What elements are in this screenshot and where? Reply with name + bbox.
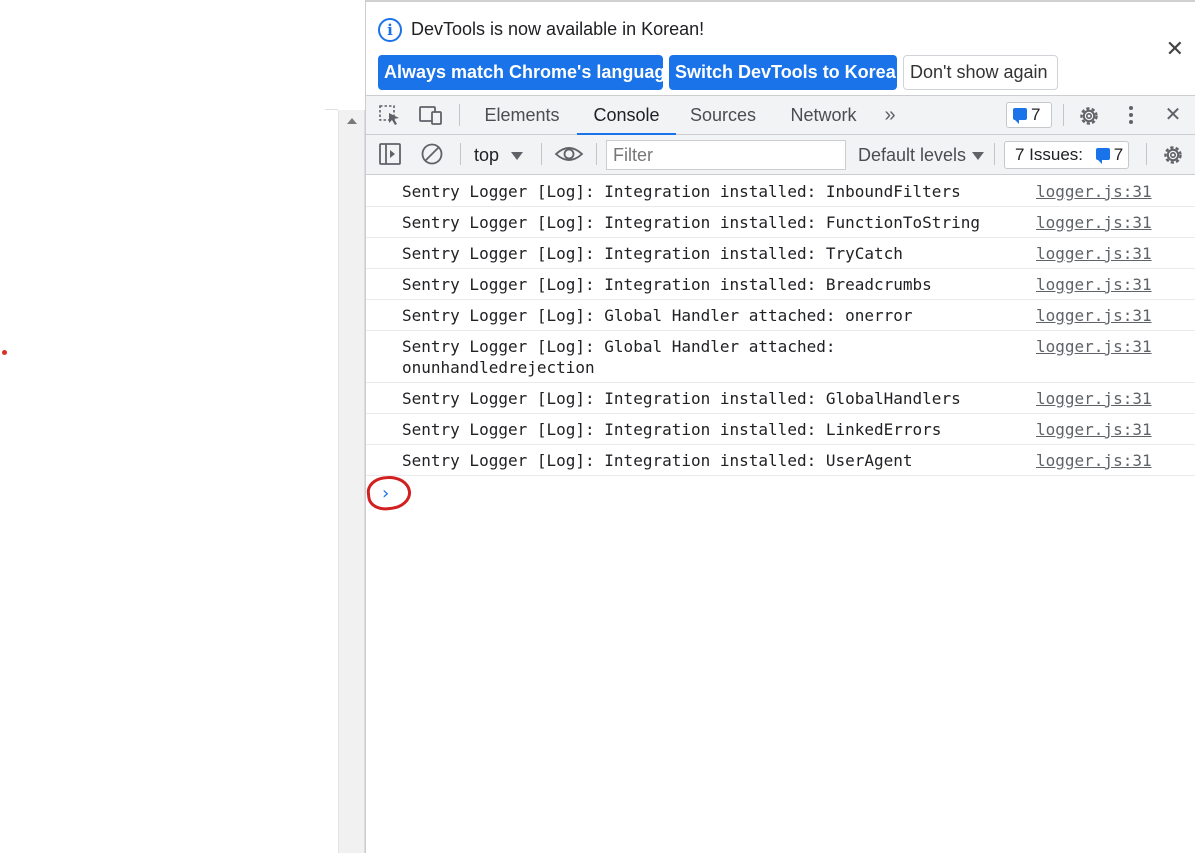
console-message: Sentry Logger [Log]: Integration install…	[366, 269, 1195, 300]
console-message-text: Sentry Logger [Log]: Integration install…	[402, 244, 903, 263]
levels-value: Default levels	[858, 145, 967, 165]
tab-console[interactable]: Console	[577, 96, 676, 135]
toolbar-separator	[541, 143, 542, 165]
settings-gear-icon[interactable]	[1076, 104, 1102, 126]
toolbar-separator	[994, 143, 995, 165]
source-link[interactable]: logger.js:31	[1036, 336, 1152, 357]
console-message-text: Sentry Logger [Log]: Integration install…	[402, 451, 913, 470]
tab-sources[interactable]: Sources	[678, 96, 768, 135]
toolbar-separator	[460, 143, 461, 165]
toolbar-separator	[596, 143, 597, 165]
console-toolbar: top Default levels 7 Issues: 7	[366, 135, 1195, 175]
source-link[interactable]: logger.js:31	[1036, 388, 1152, 409]
page-viewport	[0, 0, 338, 853]
messages-count: 7	[1031, 105, 1041, 124]
messages-count-badge[interactable]: 7	[1006, 102, 1052, 128]
console-message-text: Sentry Logger [Log]: Integration install…	[402, 213, 980, 232]
toolbar-separator	[1063, 104, 1064, 126]
page-divider	[325, 0, 338, 110]
dropdown-caret-icon	[972, 152, 985, 161]
source-link[interactable]: logger.js:31	[1036, 181, 1152, 202]
toolbar-separator	[1146, 143, 1147, 165]
more-tabs-chevron-icon[interactable]: »	[878, 104, 902, 126]
language-infobar: i DevTools is now available in Korean! ✕…	[366, 0, 1195, 95]
console-message-text: Sentry Logger [Log]: Global Handler atta…	[402, 306, 913, 325]
filter-input[interactable]	[606, 140, 846, 170]
sidebar-toggle-icon[interactable]	[378, 143, 402, 165]
console-message: Sentry Logger [Log]: Integration install…	[366, 414, 1195, 445]
console-output: Sentry Logger [Log]: Integration install…	[365, 176, 1195, 513]
source-link[interactable]: logger.js:31	[1036, 274, 1152, 295]
page-scrollbar[interactable]	[338, 110, 365, 853]
inspect-element-icon[interactable]	[378, 104, 402, 126]
source-link[interactable]: logger.js:31	[1036, 243, 1152, 264]
devtools-panel: i DevTools is now available in Korean! ✕…	[365, 0, 1195, 853]
console-message: Sentry Logger [Log]: Integration install…	[366, 383, 1195, 414]
source-link[interactable]: logger.js:31	[1036, 305, 1152, 326]
devtools-tabbar: Elements Console Sources Network » 7 ✕	[366, 95, 1195, 135]
message-icon	[1013, 107, 1027, 124]
source-link[interactable]: logger.js:31	[1036, 212, 1152, 233]
clear-console-icon[interactable]	[420, 143, 444, 165]
prompt-chevron-icon[interactable]: ›	[382, 483, 389, 504]
log-levels-dropdown[interactable]: Default levels	[858, 142, 985, 168]
console-message: Sentry Logger [Log]: Integration install…	[366, 445, 1195, 476]
device-toolbar-icon[interactable]	[418, 104, 444, 126]
red-dot-marker	[2, 350, 7, 355]
always-match-language-button[interactable]: Always match Chrome's language	[378, 55, 675, 90]
toolbar-separator	[459, 104, 460, 126]
console-message-text: Sentry Logger [Log]: Global Handler atta…	[402, 337, 836, 377]
tab-elements[interactable]: Elements	[472, 96, 572, 135]
console-message: Sentry Logger [Log]: Global Handler atta…	[366, 331, 1195, 383]
console-message: Sentry Logger [Log]: Global Handler atta…	[366, 300, 1195, 331]
issues-button[interactable]: 7 Issues: 7	[1004, 141, 1129, 169]
close-devtools-icon[interactable]: ✕	[1161, 104, 1185, 126]
live-expression-eye-icon[interactable]	[554, 143, 584, 165]
scroll-up-arrow-icon[interactable]	[347, 118, 357, 124]
info-icon: i	[378, 18, 402, 42]
console-message-text: Sentry Logger [Log]: Integration install…	[402, 182, 961, 201]
dont-show-again-button[interactable]: Don't show again	[903, 55, 1058, 90]
console-settings-gear-icon[interactable]	[1160, 143, 1186, 165]
console-message: Sentry Logger [Log]: Integration install…	[366, 176, 1195, 207]
issues-count: 7	[1113, 145, 1124, 164]
close-icon[interactable]: ✕	[1166, 38, 1184, 60]
switch-to-korean-button[interactable]: Switch DevTools to Korean	[669, 55, 907, 90]
console-message-text: Sentry Logger [Log]: Integration install…	[402, 389, 961, 408]
tab-network[interactable]: Network	[776, 96, 871, 135]
message-icon	[1095, 147, 1110, 164]
console-prompt[interactable]: ›	[365, 473, 1195, 513]
console-message: Sentry Logger [Log]: Integration install…	[366, 238, 1195, 269]
console-message-text: Sentry Logger [Log]: Integration install…	[402, 420, 942, 439]
context-selector[interactable]: top	[474, 142, 524, 168]
source-link[interactable]: logger.js:31	[1036, 419, 1152, 440]
more-options-kebab-icon[interactable]	[1120, 104, 1142, 126]
console-message: Sentry Logger [Log]: Integration install…	[366, 207, 1195, 238]
console-message-text: Sentry Logger [Log]: Integration install…	[402, 275, 932, 294]
source-link[interactable]: logger.js:31	[1036, 450, 1152, 471]
infobar-message: DevTools is now available in Korean!	[411, 19, 705, 39]
dropdown-caret-icon	[511, 152, 524, 161]
issues-label: 7 Issues:	[1015, 145, 1084, 164]
context-value: top	[474, 145, 500, 165]
